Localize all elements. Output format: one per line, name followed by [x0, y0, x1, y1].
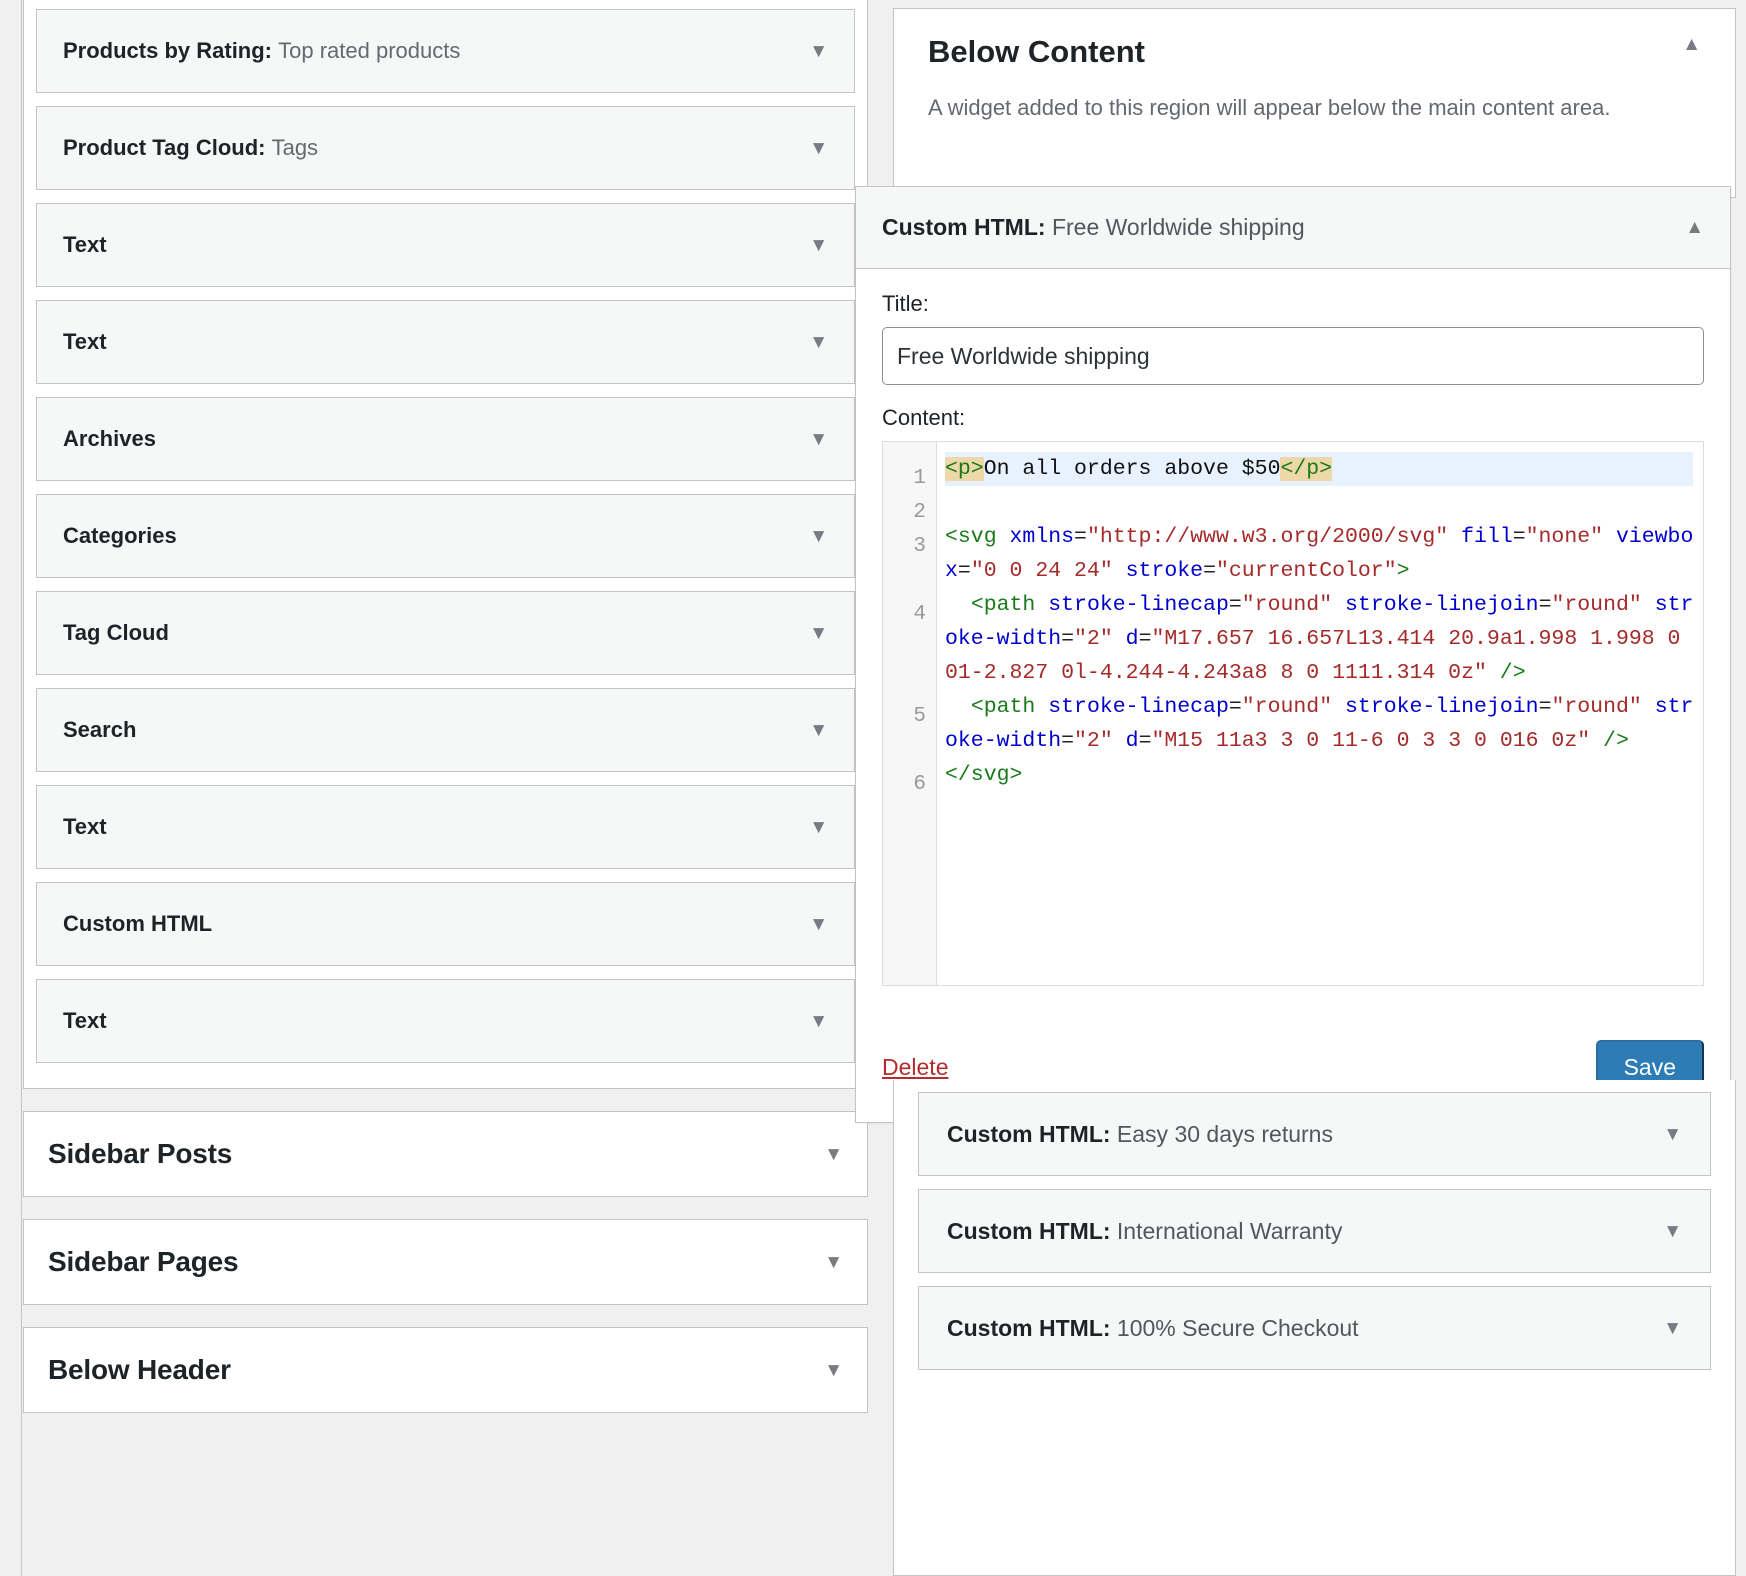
chevron-down-icon[interactable]: ▼ [809, 430, 828, 449]
chevron-down-icon[interactable]: ▼ [809, 527, 828, 546]
code-line[interactable]: <path stroke-linecap="round" stroke-line… [945, 690, 1703, 758]
region-card-open-widgets: Products by Rating: Top rated products▼P… [23, 0, 868, 1089]
widget-row-label: Products by Rating: Top rated products [63, 38, 460, 64]
widget-row[interactable]: Text ▼ [36, 300, 855, 384]
chevron-down-icon[interactable]: ▼ [824, 1253, 843, 1272]
title-input[interactable] [882, 327, 1704, 385]
widget-row-label: Text [63, 329, 107, 355]
chevron-down-icon[interactable]: ▼ [824, 1145, 843, 1164]
widget-row-label: Tag Cloud [63, 620, 169, 646]
region-title: Below Header [48, 1354, 231, 1386]
custom-html-widget-header-label: Custom HTML: Free Worldwide shipping [882, 214, 1305, 241]
collapsed-widget-row[interactable]: Custom HTML: Easy 30 days returns ▼ [918, 1092, 1711, 1176]
code-line[interactable]: <path stroke-linecap="round" stroke-line… [945, 588, 1703, 690]
widget-row[interactable]: Custom HTML ▼ [36, 882, 855, 966]
collapsed-widget-row[interactable]: Custom HTML: International Warranty ▼ [918, 1189, 1711, 1273]
code-line-number: 4 [882, 598, 936, 632]
widget-row-label: Text [63, 814, 107, 840]
widget-row-label: Categories [63, 523, 177, 549]
code-line-number: 1 [882, 462, 936, 496]
code-editor[interactable]: 123 4 5 6 <p>On all orders above $50</p> <s… [882, 441, 1704, 986]
widget-row[interactable]: Text ▼ [36, 785, 855, 869]
below-content-region-card: Below Content ▲ A widget added to this r… [893, 8, 1736, 198]
widget-label-separator: : [1038, 214, 1052, 240]
chevron-down-icon[interactable]: ▼ [809, 139, 828, 158]
widget-row[interactable]: Text ▼ [36, 979, 855, 1063]
region-header[interactable]: Sidebar Posts ▼ [24, 1112, 867, 1196]
code-line[interactable]: <svg xmlns="http://www.w3.org/2000/svg" … [945, 520, 1703, 588]
chevron-down-icon[interactable]: ▼ [809, 818, 828, 837]
chevron-down-icon[interactable]: ▼ [809, 42, 828, 61]
widgets-admin-screen: Products by Rating: Top rated products▼P… [0, 0, 1746, 1576]
chevron-down-icon[interactable]: ▼ [1663, 1319, 1682, 1338]
widget-row[interactable]: Product Tag Cloud: Tags ▼ [36, 106, 855, 190]
region-title: Sidebar Pages [48, 1246, 238, 1278]
chevron-down-icon[interactable]: ▼ [1663, 1222, 1682, 1241]
widget-list: Products by Rating: Top rated products▼P… [36, 9, 855, 1063]
title-field-label: Title: [882, 291, 1704, 317]
widget-instance-label: Free Worldwide shipping [1052, 214, 1305, 240]
left-region-list: Products by Rating: Top rated products▼P… [23, 0, 868, 1435]
collapsed-widget-label: Custom HTML: 100% Secure Checkout [947, 1315, 1359, 1342]
widget-row-label: Text [63, 1008, 107, 1034]
collapsed-widget-list: Custom HTML: Easy 30 days returns▼Custom… [918, 1092, 1711, 1370]
widget-row[interactable]: Archives ▼ [36, 397, 855, 481]
chevron-down-icon[interactable]: ▼ [809, 236, 828, 255]
region-card[interactable]: Sidebar Posts ▼ [23, 1111, 868, 1197]
widget-row-label: Custom HTML [63, 911, 212, 937]
content-field-label: Content: [882, 405, 1704, 431]
collapsed-widget-row[interactable]: Custom HTML: 100% Secure Checkout ▼ [918, 1286, 1711, 1370]
code-line-number: 6 [882, 768, 936, 802]
region-header[interactable]: Sidebar Pages ▼ [24, 1220, 867, 1304]
code-line-number: 5 [882, 700, 936, 734]
custom-html-widget-header[interactable]: Custom HTML: Free Worldwide shipping ▲ [856, 187, 1730, 269]
delete-button[interactable]: Delete [882, 1054, 948, 1081]
collapsed-widget-label: Custom HTML: Easy 30 days returns [947, 1121, 1333, 1148]
left-gutter [0, 0, 22, 1576]
widget-type-label: Custom HTML [882, 214, 1038, 240]
region-header[interactable]: Below Header ▼ [24, 1328, 867, 1412]
code-line-number: 2 [882, 496, 936, 530]
collapsed-widgets-container: Custom HTML: Easy 30 days returns▼Custom… [893, 1080, 1736, 1576]
chevron-down-icon[interactable]: ▼ [809, 624, 828, 643]
widget-row[interactable]: Products by Rating: Top rated products ▼ [36, 9, 855, 93]
code-line[interactable] [945, 486, 1703, 520]
chevron-down-icon[interactable]: ▼ [1663, 1125, 1682, 1144]
collapsed-widget-label: Custom HTML: International Warranty [947, 1218, 1342, 1245]
below-content-description: A widget added to this region will appea… [928, 91, 1618, 125]
widget-row[interactable]: Tag Cloud ▼ [36, 591, 855, 675]
chevron-down-icon[interactable]: ▼ [824, 1361, 843, 1380]
region-list: Sidebar Posts▼Sidebar Pages▼Below Header… [23, 1111, 868, 1413]
chevron-down-icon[interactable]: ▼ [809, 721, 828, 740]
code-line-number: 3 [882, 530, 936, 564]
region-card[interactable]: Sidebar Pages ▼ [23, 1219, 868, 1305]
region-title: Sidebar Posts [48, 1138, 232, 1170]
chevron-up-icon[interactable]: ▲ [1685, 218, 1704, 237]
chevron-down-icon[interactable]: ▼ [809, 915, 828, 934]
region-card[interactable]: Below Header ▼ [23, 1327, 868, 1413]
widget-row[interactable]: Text ▼ [36, 203, 855, 287]
chevron-down-icon[interactable]: ▼ [809, 333, 828, 352]
widget-row-label: Search [63, 717, 136, 743]
widget-row-label: Product Tag Cloud: Tags [63, 135, 318, 161]
chevron-down-icon[interactable]: ▼ [809, 1012, 828, 1031]
widget-row[interactable]: Categories ▼ [36, 494, 855, 578]
widget-row-label: Archives [63, 426, 156, 452]
code-content[interactable]: <p>On all orders above $50</p> <svg xmln… [937, 442, 1703, 985]
widget-row[interactable]: Search ▼ [36, 688, 855, 772]
widget-row-label: Text [63, 232, 107, 258]
below-content-header[interactable]: Below Content ▲ [928, 35, 1701, 69]
left-column: Products by Rating: Top rated products▼P… [0, 0, 868, 1576]
chevron-up-icon[interactable]: ▲ [1682, 35, 1701, 54]
custom-html-widget-body: Title: Content: 123 4 5 6 <p>On all orders … [856, 269, 1730, 1012]
editor-scrollbar[interactable] [1693, 442, 1703, 985]
code-line-numbers: 123 4 5 6 [883, 442, 937, 985]
right-column: Below Content ▲ A widget added to this r… [884, 0, 1746, 1576]
custom-html-widget-expanded: Custom HTML: Free Worldwide shipping ▲ T… [855, 186, 1731, 1123]
code-line[interactable]: </svg> [945, 758, 1703, 792]
below-content-title: Below Content [928, 35, 1145, 69]
code-line[interactable]: <p>On all orders above $50</p> [945, 452, 1703, 486]
